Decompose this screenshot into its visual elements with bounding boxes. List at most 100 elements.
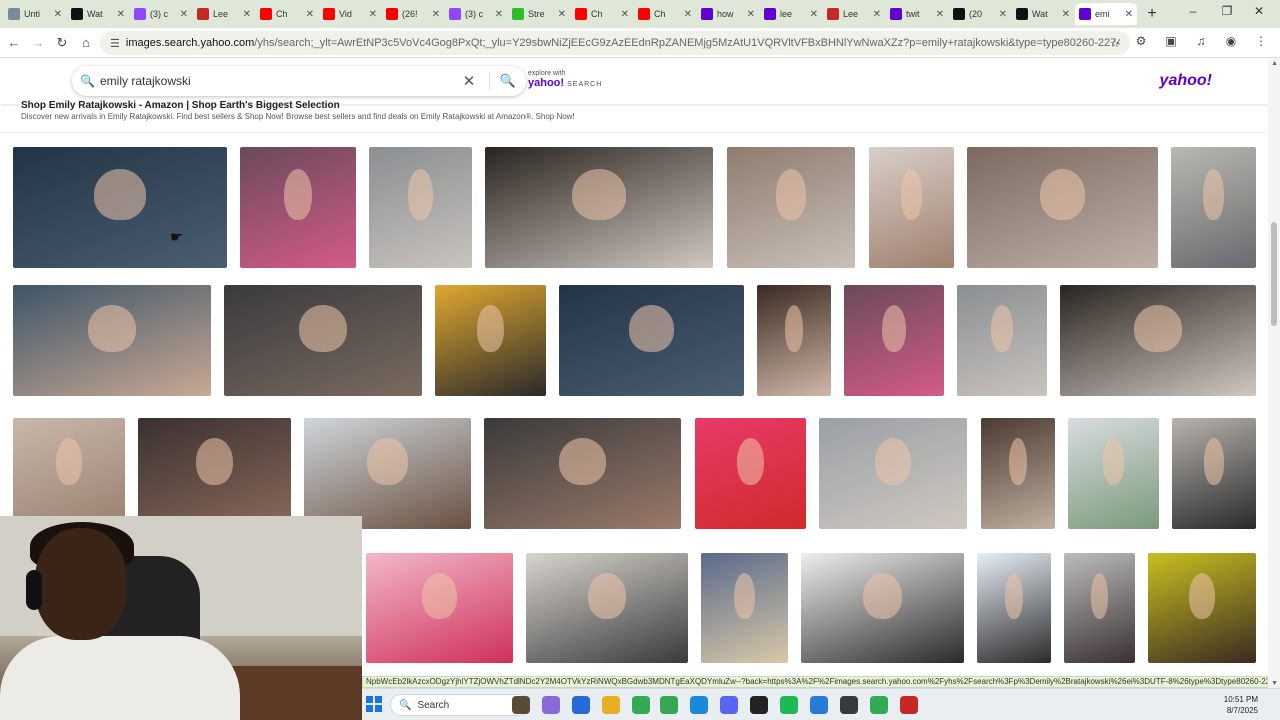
image-result-thumbnail[interactable] bbox=[727, 147, 855, 268]
browser-tab[interactable]: Unti ✕ bbox=[4, 3, 66, 25]
image-result-thumbnail[interactable] bbox=[1148, 553, 1256, 663]
browser-tab[interactable]: (3) c ✕ bbox=[445, 3, 507, 25]
maximize-icon[interactable]: ❐ bbox=[1212, 4, 1242, 18]
page-scrollbar[interactable] bbox=[1268, 58, 1280, 690]
edge-icon[interactable] bbox=[690, 696, 708, 714]
browser-tab[interactable]: Lee ✕ bbox=[823, 3, 885, 25]
browser-tab[interactable]: lee ✕ bbox=[760, 3, 822, 25]
image-result-thumbnail[interactable] bbox=[1060, 285, 1256, 396]
browser-tab[interactable]: emi ✕ bbox=[1075, 3, 1137, 25]
browser-tab[interactable]: (3) c ✕ bbox=[130, 3, 192, 25]
browser-tab[interactable]: twit ✕ bbox=[886, 3, 948, 25]
image-result-thumbnail[interactable] bbox=[819, 418, 967, 529]
reload-icon[interactable]: ↻ bbox=[50, 35, 74, 51]
spotify-icon[interactable] bbox=[780, 696, 798, 714]
image-result-thumbnail[interactable] bbox=[981, 418, 1055, 529]
app-icon[interactable] bbox=[900, 696, 918, 714]
image-result-thumbnail[interactable] bbox=[695, 418, 806, 529]
menu-icon[interactable]: ⋮ bbox=[1246, 34, 1276, 48]
bookmark-star-icon[interactable]: ☆ bbox=[1110, 37, 1120, 50]
chrome-icon[interactable] bbox=[632, 696, 650, 714]
image-result-thumbnail[interactable] bbox=[977, 553, 1051, 663]
file-explorer-icon[interactable] bbox=[572, 696, 590, 714]
folder-icon[interactable] bbox=[602, 696, 620, 714]
image-result-thumbnail[interactable] bbox=[138, 418, 291, 529]
tab-close-icon[interactable]: ✕ bbox=[1062, 9, 1070, 20]
browser-tab[interactable]: Lee ✕ bbox=[193, 3, 255, 25]
browser-tab[interactable]: Ch ✕ bbox=[634, 3, 696, 25]
browser-tab[interactable]: how ✕ bbox=[697, 3, 759, 25]
taskbar-clock[interactable]: 10:51 PM 8/7/2025 bbox=[1224, 694, 1258, 716]
tab-close-icon[interactable]: ✕ bbox=[684, 9, 692, 20]
tab-close-icon[interactable]: ✕ bbox=[621, 9, 629, 20]
tab-close-icon[interactable]: ✕ bbox=[243, 9, 251, 20]
copilot-icon[interactable] bbox=[542, 696, 560, 714]
image-result-thumbnail[interactable] bbox=[304, 418, 471, 529]
yahoo-logo[interactable]: yahoo! bbox=[1160, 72, 1212, 90]
tab-close-icon[interactable]: ✕ bbox=[369, 9, 377, 20]
extensions-icon[interactable]: ⚙ bbox=[1126, 34, 1156, 48]
taskbar-search[interactable]: 🔍 Search bbox=[390, 694, 530, 716]
ad-title[interactable]: Shop Emily Ratajkowski - Amazon | Shop E… bbox=[21, 100, 340, 111]
image-result-thumbnail[interactable] bbox=[701, 553, 788, 663]
windows-start-icon[interactable] bbox=[366, 696, 382, 712]
chrome-icon[interactable] bbox=[870, 696, 888, 714]
site-info-icon[interactable]: ☰ bbox=[110, 37, 120, 50]
new-tab-icon[interactable]: + bbox=[1142, 5, 1162, 23]
tab-close-icon[interactable]: ✕ bbox=[54, 9, 62, 20]
image-result-thumbnail[interactable] bbox=[844, 285, 944, 396]
image-result-thumbnail[interactable] bbox=[1172, 418, 1256, 529]
window-close-icon[interactable]: ✕ bbox=[1244, 4, 1274, 18]
image-result-thumbnail[interactable] bbox=[369, 147, 472, 268]
profile-icon[interactable]: ◉ bbox=[1216, 34, 1246, 48]
tab-close-icon[interactable]: ✕ bbox=[936, 9, 944, 20]
tab-close-icon[interactable]: ✕ bbox=[306, 9, 314, 20]
media-controls-icon[interactable]: ♫ bbox=[1186, 34, 1216, 48]
image-result-thumbnail[interactable] bbox=[801, 553, 964, 663]
image-result-thumbnail[interactable] bbox=[1064, 553, 1135, 663]
image-result-thumbnail[interactable] bbox=[484, 418, 681, 529]
tab-close-icon[interactable]: ✕ bbox=[873, 9, 881, 20]
tab-close-icon[interactable]: ✕ bbox=[180, 9, 188, 20]
forward-arrow-icon[interactable]: → bbox=[26, 35, 50, 50]
image-result-thumbnail[interactable] bbox=[13, 418, 125, 529]
search-input[interactable] bbox=[96, 74, 457, 88]
tab-close-icon[interactable]: ✕ bbox=[432, 9, 440, 20]
tab-close-icon[interactable]: ✕ bbox=[117, 9, 125, 20]
image-result-thumbnail[interactable] bbox=[1068, 418, 1159, 529]
image-result-thumbnail[interactable] bbox=[13, 147, 227, 268]
image-result-thumbnail[interactable] bbox=[957, 285, 1047, 396]
image-result-thumbnail[interactable] bbox=[435, 285, 546, 396]
image-result-thumbnail[interactable] bbox=[869, 147, 954, 268]
scroll-up-icon[interactable]: ▲ bbox=[1271, 60, 1278, 67]
image-result-thumbnail[interactable] bbox=[526, 553, 688, 663]
address-bar[interactable]: ☰ images.search.yahoo.com /yhs/search;_y… bbox=[100, 31, 1130, 55]
browser-tab[interactable]: (26! ✕ bbox=[382, 3, 444, 25]
browser-tab[interactable]: Ch ✕ bbox=[256, 3, 318, 25]
browser-tab[interactable]: Stre ✕ bbox=[508, 3, 570, 25]
image-result-thumbnail[interactable] bbox=[1171, 147, 1256, 268]
search-submit-icon[interactable]: 🔍 bbox=[498, 73, 518, 89]
scrollbar-thumb[interactable] bbox=[1271, 222, 1277, 326]
browser-tab[interactable]: Wat ✕ bbox=[1012, 3, 1074, 25]
terminal-icon[interactable] bbox=[750, 696, 768, 714]
taskbar-app-icon[interactable] bbox=[512, 696, 530, 714]
clear-search-icon[interactable]: ✕ bbox=[457, 72, 481, 90]
sidebar-icon[interactable]: ▣ bbox=[1156, 34, 1186, 48]
browser-tab[interactable]: Vid ✕ bbox=[319, 3, 381, 25]
tab-close-icon[interactable]: ✕ bbox=[1125, 9, 1133, 20]
home-icon[interactable]: ⌂ bbox=[74, 35, 98, 50]
image-result-thumbnail[interactable] bbox=[366, 553, 513, 663]
minimize-icon[interactable]: – bbox=[1178, 4, 1208, 18]
browser-tab[interactable]: Wat ✕ bbox=[67, 3, 129, 25]
image-result-thumbnail[interactable] bbox=[224, 285, 422, 396]
chrome-icon[interactable] bbox=[660, 696, 678, 714]
image-result-thumbnail[interactable] bbox=[757, 285, 831, 396]
image-result-thumbnail[interactable] bbox=[485, 147, 713, 268]
settings-icon[interactable] bbox=[840, 696, 858, 714]
app-icon[interactable] bbox=[810, 696, 828, 714]
back-arrow-icon[interactable]: ← bbox=[2, 35, 26, 50]
image-result-thumbnail[interactable] bbox=[967, 147, 1158, 268]
browser-tab[interactable]: (20 ✕ bbox=[949, 3, 1011, 25]
tab-close-icon[interactable]: ✕ bbox=[999, 9, 1007, 20]
